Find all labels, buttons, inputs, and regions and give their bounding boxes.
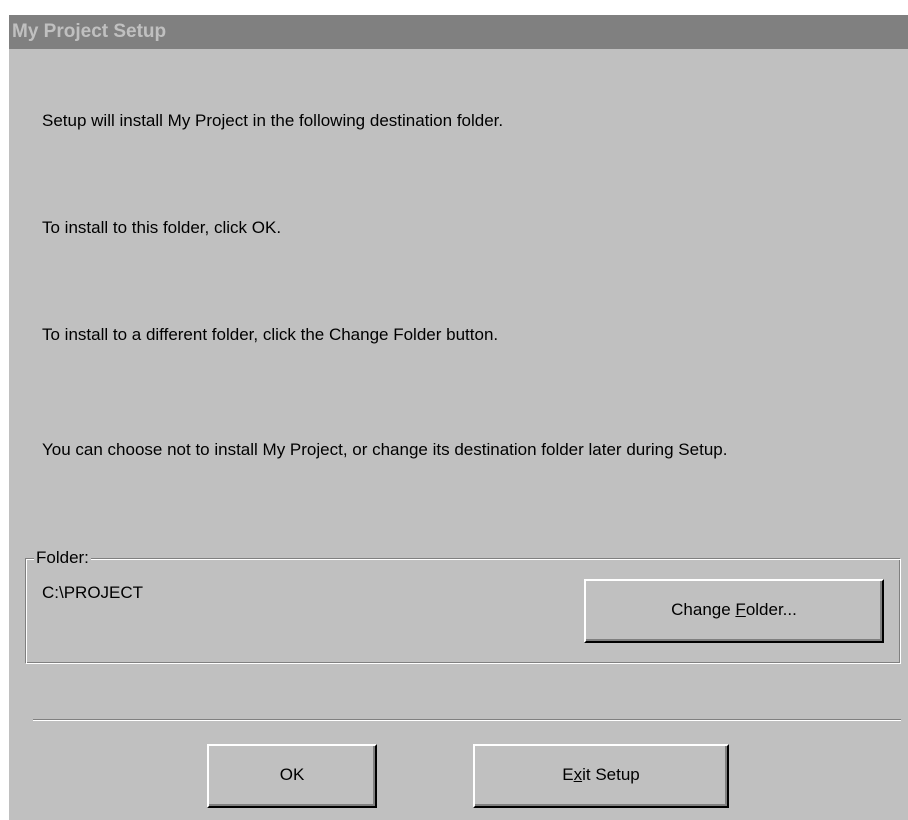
change-folder-label-pre: Change xyxy=(671,600,736,619)
change-folder-accelerator: F xyxy=(735,600,746,619)
change-folder-label-post: older... xyxy=(745,600,797,619)
setup-dialog: My Project Setup Setup will install My P… xyxy=(8,14,908,820)
separator-line xyxy=(33,719,901,721)
folder-path-value: C:\PROJECT xyxy=(42,583,144,602)
ok-button-label: OK xyxy=(279,765,305,784)
message-destination: Setup will install My Project in the fol… xyxy=(42,111,504,130)
exit-setup-label-pre: E xyxy=(562,765,574,784)
window-title: My Project Setup xyxy=(12,21,167,42)
exit-setup-button[interactable]: Exit Setup xyxy=(473,744,729,808)
message-choose-later: You can choose not to install My Project… xyxy=(42,440,728,459)
message-change-folder: To install to a different folder, click … xyxy=(42,325,499,344)
folder-group-label: Folder: xyxy=(34,546,91,570)
message-install-ok: To install to this folder, click OK. xyxy=(42,218,282,237)
exit-setup-label-post: it Setup xyxy=(582,765,640,784)
change-folder-button[interactable]: Change Folder... xyxy=(584,579,884,643)
title-bar[interactable]: My Project Setup xyxy=(9,15,908,49)
exit-setup-accelerator: x xyxy=(573,765,583,784)
ok-button[interactable]: OK xyxy=(207,744,377,808)
